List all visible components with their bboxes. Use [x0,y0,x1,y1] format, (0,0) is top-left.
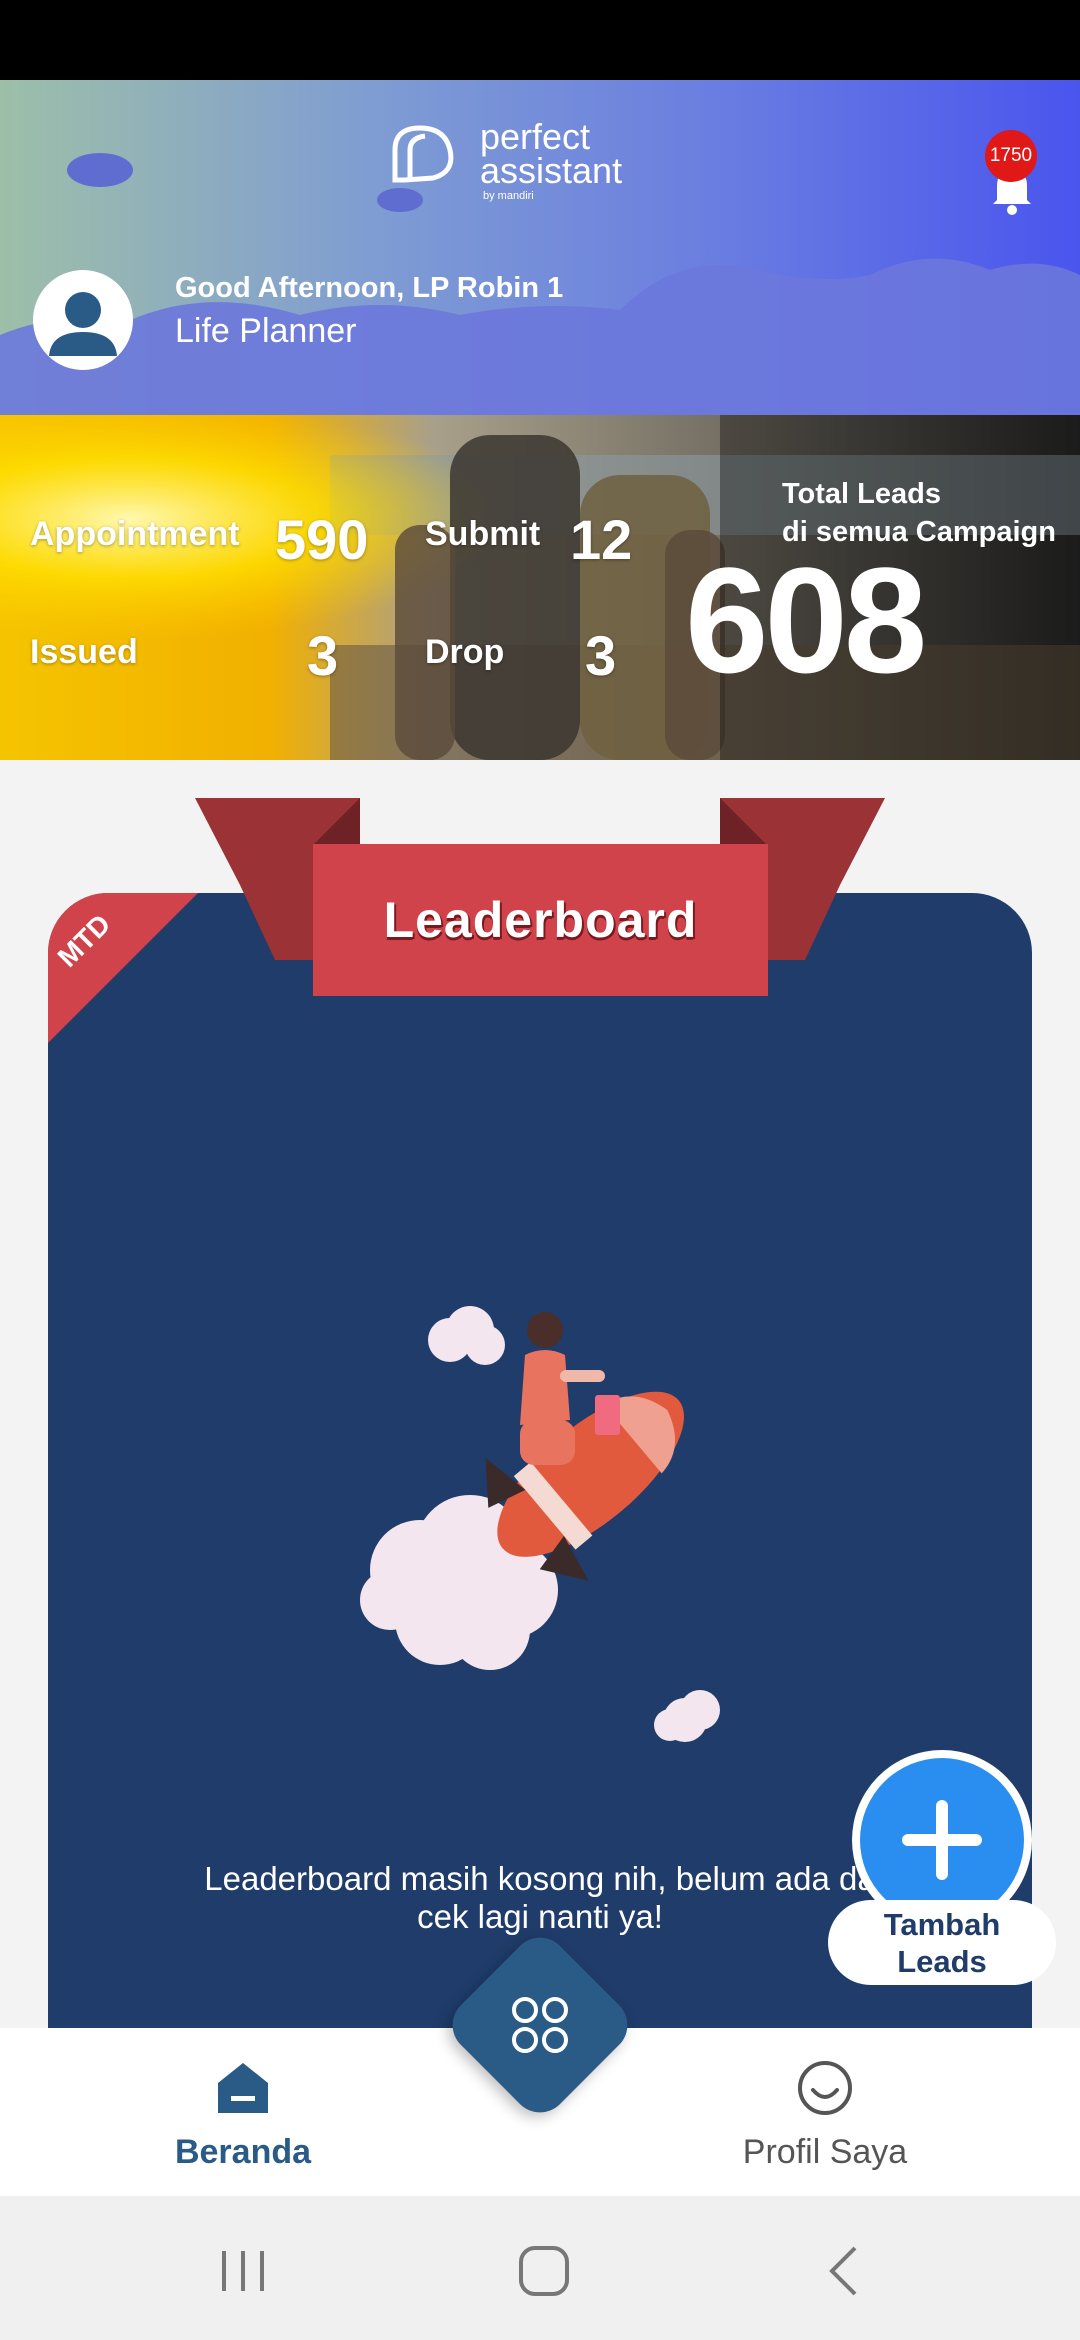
nav-label-profile: Profil Saya [742,2133,908,2171]
system-navigation-bar [0,2196,1080,2340]
recent-apps-icon[interactable] [208,2236,278,2306]
user-avatar-icon [49,292,117,356]
smiley-icon [798,2061,852,2115]
empty-state-illustration [360,1306,720,1742]
drop-label: Drop [425,633,505,671]
logo-mark-icon [392,125,454,183]
cloud-blob [67,153,133,187]
submit-label: Submit [425,515,541,553]
appointment-label: Appointment [30,515,240,553]
apps-grid-icon [512,1997,568,2053]
leaderboard-title-box: Leaderboard [313,844,768,996]
appointment-value: 590 [275,508,369,571]
submit-value: 12 [570,508,633,571]
nav-item-profile[interactable]: Profil Saya [695,2058,955,2172]
leaderboard-title: Leaderboard [383,892,698,948]
back-icon[interactable] [810,2236,880,2306]
total-leads-value: 608 [685,536,927,704]
issued-value: 3 [307,624,339,687]
home-icon [218,2063,268,2113]
greeting-text: Good Afternoon, LP Robin 1 [175,272,564,304]
stats-banner: Appointment 590 Submit 12 Issued 3 Drop … [0,415,1080,760]
status-bar [0,0,1080,80]
add-leads-label[interactable]: Tambah Leads [828,1900,1056,1985]
header-cloud-decoration [0,258,1080,415]
logo-wordmark: perfect assistant [480,116,623,191]
notification-badge: 1750 [985,130,1037,182]
notification-button[interactable]: 1750 [975,130,1045,220]
drop-value: 3 [585,624,617,687]
avatar[interactable] [33,270,133,370]
app-logo: perfect assistant by mandiri [385,116,645,210]
plus-icon [860,1758,1024,1922]
role-text: Life Planner [175,312,357,350]
logo-subtitle: by mandiri [483,190,534,202]
issued-label: Issued [30,633,138,671]
nav-label-home: Beranda [174,2133,312,2171]
home-system-icon[interactable] [509,2236,579,2306]
app-header: perfect assistant by mandiri 1750 Good A… [0,80,1080,415]
nav-item-home[interactable]: Beranda [113,2058,373,2172]
